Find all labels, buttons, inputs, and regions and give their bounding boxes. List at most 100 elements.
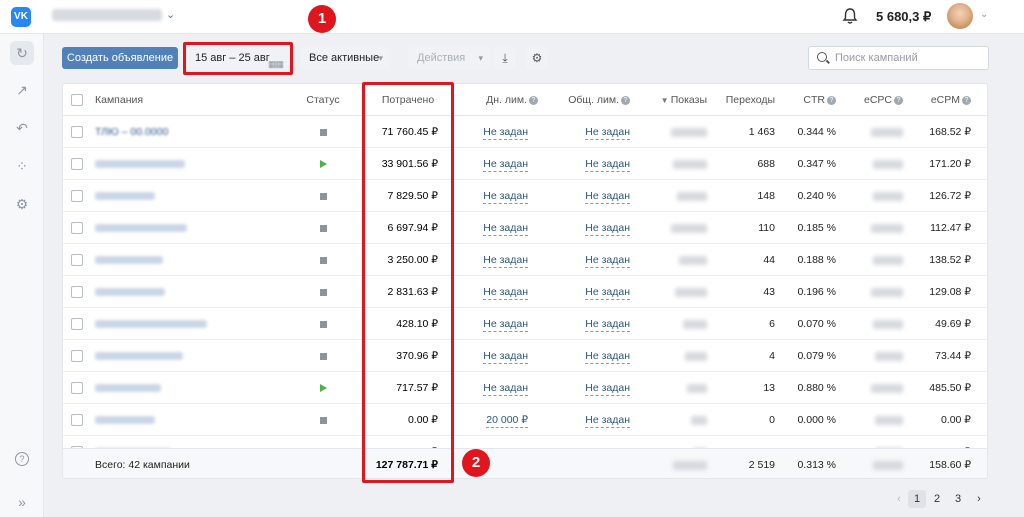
col-status[interactable]: Статус bbox=[293, 84, 353, 116]
page-1-button[interactable]: 1 bbox=[908, 490, 926, 508]
bell-icon[interactable] bbox=[842, 7, 858, 25]
download-button[interactable]: ⤓ bbox=[494, 47, 516, 69]
row-checkbox[interactable] bbox=[71, 318, 83, 330]
stop-icon bbox=[319, 288, 327, 296]
refresh-icon[interactable]: ↻ bbox=[10, 41, 34, 65]
next-page-button[interactable]: › bbox=[970, 490, 988, 508]
col-campaign[interactable]: Кампания bbox=[95, 84, 143, 116]
total-limit-link[interactable]: Не задан bbox=[585, 222, 630, 236]
campaign-name-link[interactable] bbox=[95, 192, 155, 201]
col-ctr[interactable]: CTR? bbox=[788, 84, 836, 116]
table-row[interactable]: 2 831.63 ₽ Не задан Не задан 43 0.196 % 129.0… bbox=[63, 276, 987, 308]
row-checkbox[interactable] bbox=[71, 286, 83, 298]
status-cell bbox=[293, 308, 353, 340]
total-limit-link[interactable]: Не задан bbox=[585, 382, 630, 396]
page-3-button[interactable]: 3 bbox=[949, 490, 967, 508]
campaign-name-link[interactable] bbox=[95, 224, 187, 233]
help-icon[interactable]: ? bbox=[894, 95, 903, 105]
row-checkbox[interactable] bbox=[71, 158, 83, 170]
actions-dropdown[interactable]: Действия ▾ bbox=[408, 47, 490, 69]
col-total-limit[interactable]: Общ. лим.? bbox=[548, 84, 630, 116]
chevron-down-icon[interactable]: ⌄ bbox=[980, 9, 988, 20]
total-limit-link[interactable]: Не задан bbox=[585, 286, 630, 300]
row-checkbox[interactable] bbox=[71, 254, 83, 266]
account-name[interactable] bbox=[52, 9, 162, 21]
campaign-name-link[interactable] bbox=[95, 160, 185, 169]
table-row[interactable]: 33 901.56 ₽ Не задан Не задан 688 0.347 % 171… bbox=[63, 148, 987, 180]
prev-page-button[interactable]: ‹ bbox=[890, 490, 908, 508]
daily-limit-link[interactable]: Не задан bbox=[483, 190, 528, 204]
balance[interactable]: 5 680,3 ₽ bbox=[876, 9, 931, 25]
chevron-down-icon[interactable]: ⌄ bbox=[166, 8, 175, 21]
row-checkbox[interactable] bbox=[71, 222, 83, 234]
total-limit-link[interactable]: Не задан bbox=[585, 350, 630, 364]
col-impressions[interactable]: ▼ Показы bbox=[641, 84, 707, 116]
page-2-button[interactable]: 2 bbox=[928, 490, 946, 508]
help-icon[interactable]: ? bbox=[15, 452, 29, 466]
campaign-name-link[interactable]: ТЛЮ – 00.0000 bbox=[95, 126, 168, 138]
table-row[interactable]: 3 250.00 ₽ Не задан Не задан 44 0.188 % 138.5… bbox=[63, 244, 987, 276]
help-icon[interactable]: ? bbox=[529, 95, 538, 105]
expand-icon[interactable]: » bbox=[10, 490, 34, 514]
grid-icon[interactable]: ⁘ bbox=[10, 154, 34, 178]
ecpm-cell: 138.52 ₽ bbox=[929, 254, 971, 266]
table-footer: Всего: 42 кампании 127 787.71 ₽ 2 519 0.… bbox=[63, 448, 987, 478]
stats-icon[interactable]: ↗ bbox=[10, 78, 34, 102]
table-row[interactable]: 370.96 ₽ Не задан Не задан 4 0.079 % 73.44 ₽ bbox=[63, 340, 987, 372]
table-row[interactable]: 428.10 ₽ Не задан Не задан 6 0.070 % 49.69 ₽ bbox=[63, 308, 987, 340]
campaign-name-link[interactable] bbox=[95, 320, 207, 329]
row-checkbox[interactable] bbox=[71, 126, 83, 138]
select-all-checkbox[interactable] bbox=[71, 94, 83, 106]
total-limit-link[interactable]: Не задан bbox=[585, 190, 630, 204]
total-limit-link[interactable]: Не задан bbox=[585, 158, 630, 172]
daily-limit-link[interactable]: 20 000 ₽ bbox=[486, 414, 528, 428]
impressions-cell bbox=[641, 212, 707, 244]
col-ecpm[interactable]: eCPM? bbox=[916, 84, 971, 116]
total-limit-link[interactable]: Не задан bbox=[585, 126, 630, 140]
create-ad-button[interactable]: Создать объявление bbox=[62, 47, 178, 69]
daily-limit-link[interactable]: Не задан bbox=[483, 158, 528, 172]
help-icon[interactable]: ? bbox=[827, 95, 836, 105]
row-checkbox[interactable] bbox=[71, 414, 83, 426]
table-row[interactable]: 717.57 ₽ Не задан Не задан 13 0.880 % 485.50 … bbox=[63, 372, 987, 404]
help-icon[interactable]: ? bbox=[621, 95, 630, 105]
ecpm-cell: 73.44 ₽ bbox=[935, 350, 971, 362]
daily-limit-link[interactable]: Не задан bbox=[483, 318, 528, 332]
campaign-name-link[interactable] bbox=[95, 256, 163, 265]
row-checkbox[interactable] bbox=[71, 350, 83, 362]
table-row[interactable]: 7 829.50 ₽ Не задан Не задан 148 0.240 % 126.… bbox=[63, 180, 987, 212]
avatar[interactable] bbox=[947, 3, 973, 29]
campaign-cell bbox=[95, 244, 163, 276]
daily-limit-link[interactable]: Не задан bbox=[483, 126, 528, 140]
daily-limit-link[interactable]: Не задан bbox=[483, 222, 528, 236]
daily-limit-link[interactable]: Не задан bbox=[483, 350, 528, 364]
campaign-name-link[interactable] bbox=[95, 384, 161, 393]
table-row[interactable]: ТЛЮ – 00.0000 71 760.45 ₽ Не задан Не задан… bbox=[63, 116, 987, 148]
daily-limit-link[interactable]: Не задан bbox=[483, 286, 528, 300]
daily-limit-link[interactable]: Не задан bbox=[483, 254, 528, 268]
campaign-name-link[interactable] bbox=[95, 288, 165, 297]
undo-icon[interactable]: ↶ bbox=[10, 116, 34, 140]
col-daily-limit[interactable]: Дн. лим.? bbox=[458, 84, 538, 116]
total-limit-link[interactable]: Не задан bbox=[585, 254, 630, 268]
search-input[interactable]: Поиск кампаний bbox=[808, 46, 989, 70]
settings-icon[interactable]: ⚙ bbox=[10, 192, 34, 216]
daily-limit-link[interactable]: Не задан bbox=[483, 382, 528, 396]
campaign-name-link[interactable] bbox=[95, 352, 183, 361]
total-limit-cell: Не задан bbox=[548, 148, 630, 180]
total-limit-link[interactable]: Не задан bbox=[585, 318, 630, 332]
row-checkbox[interactable] bbox=[71, 190, 83, 202]
vk-logo-icon[interactable]: VK bbox=[11, 7, 31, 27]
col-ecpc[interactable]: eCPC? bbox=[853, 84, 903, 116]
ecpm-cell: 129.08 ₽ bbox=[929, 286, 971, 298]
ecpc-cell bbox=[853, 404, 903, 436]
help-icon[interactable]: ? bbox=[962, 95, 971, 105]
status-filter-dropdown[interactable]: Все активные ▾ bbox=[300, 47, 390, 69]
col-clicks[interactable]: Переходы bbox=[713, 84, 775, 116]
campaign-name-link[interactable] bbox=[95, 416, 155, 425]
table-row[interactable]: 0.00 ₽20 000 ₽ Не задан 0 0.000 % 0.00 ₽ bbox=[63, 404, 987, 436]
total-limit-link[interactable]: Не задан bbox=[585, 414, 630, 428]
row-checkbox[interactable] bbox=[71, 382, 83, 394]
table-row[interactable]: 6 697.94 ₽ Не задан Не задан 110 0.185 % 112.… bbox=[63, 212, 987, 244]
columns-settings-button[interactable]: ⚙ bbox=[526, 47, 548, 69]
